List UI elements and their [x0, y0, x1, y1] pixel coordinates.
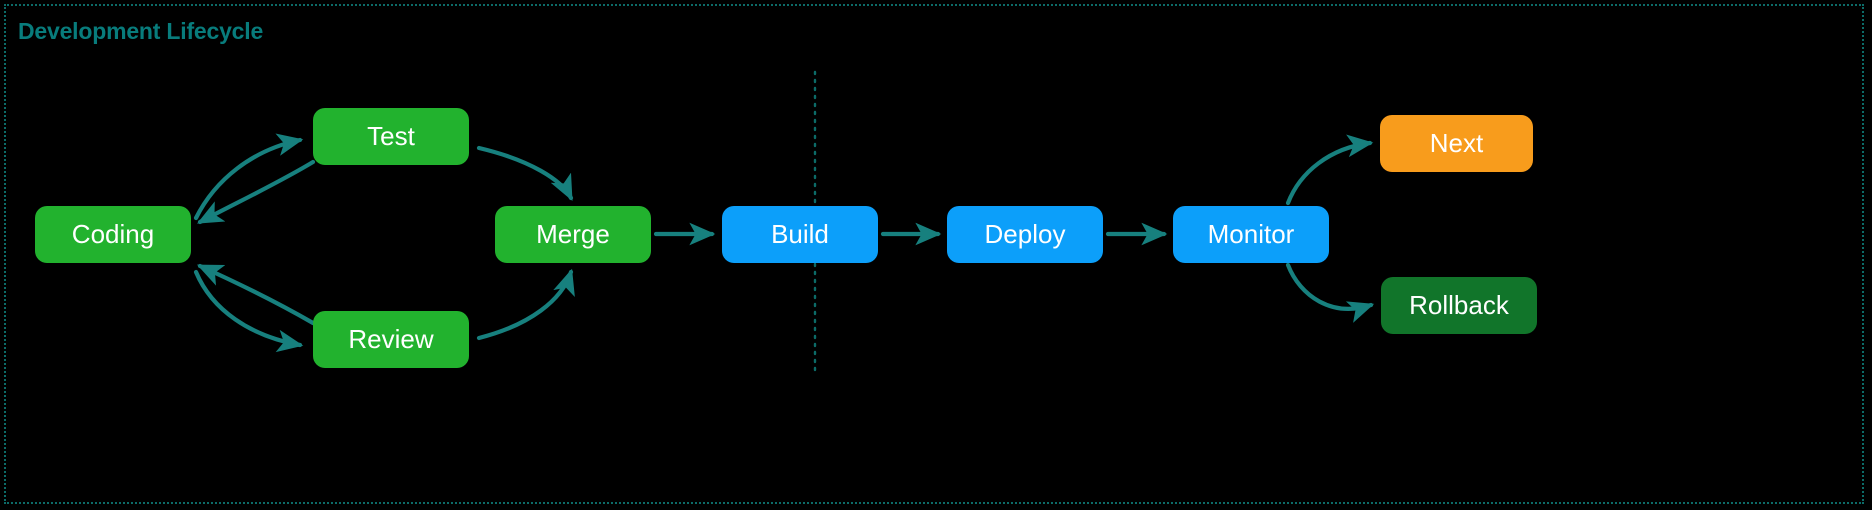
node-label: Test	[367, 121, 415, 151]
node-label: Coding	[71, 219, 155, 249]
edge-test-to-coding	[197, 159, 316, 225]
node-next[interactable]: Next	[1380, 115, 1533, 172]
node-label: Rollback	[1409, 290, 1509, 320]
node-coding[interactable]: Coding	[35, 206, 191, 263]
node-deploy[interactable]: Deploy	[947, 206, 1103, 263]
edge-review-to-merge	[476, 268, 575, 341]
edge-layer	[193, 70, 1375, 377]
node-build[interactable]: Build	[722, 206, 878, 263]
node-label: Build	[771, 219, 829, 249]
edge-monitor-to-next	[1285, 134, 1374, 206]
node-label: Deploy	[984, 219, 1066, 249]
node-rollback[interactable]: Rollback	[1381, 277, 1537, 334]
edge-monitor-to-rollback	[1285, 262, 1375, 323]
edge-test-to-merge	[476, 145, 574, 202]
node-label: Review	[348, 324, 434, 354]
node-monitor[interactable]: Monitor	[1173, 206, 1329, 263]
node-label: Merge	[536, 219, 610, 249]
node-label: Monitor	[1207, 219, 1295, 249]
diagram-canvas: Development Lifecycle Coding Test Review…	[0, 0, 1872, 510]
edge-review-to-coding	[196, 263, 316, 326]
node-review[interactable]: Review	[313, 311, 469, 368]
node-label: Next	[1429, 128, 1484, 158]
node-test[interactable]: Test	[313, 108, 469, 165]
node-merge[interactable]: Merge	[495, 206, 651, 263]
